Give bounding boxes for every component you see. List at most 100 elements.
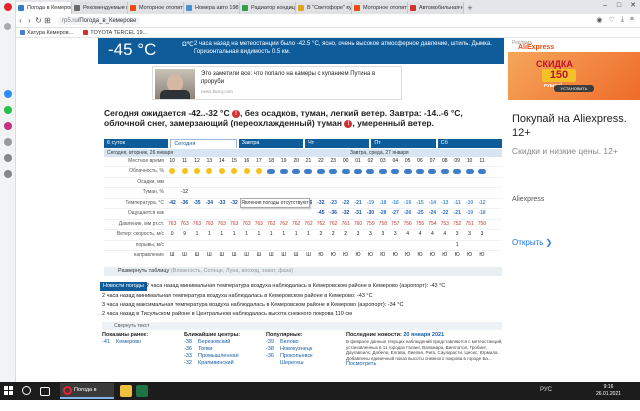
table-cell: 762 [329,220,338,227]
back-icon[interactable]: ‹ [16,16,25,25]
minimize-button[interactable]: – [598,0,612,12]
tab-close-icon[interactable]: × [402,2,405,14]
aliexpress-logo: AliExpress [518,44,555,51]
news-item[interactable]: 2 часа назад минимальная температура воз… [146,282,504,290]
browser-tab[interactable]: Автомобильная неч...× [408,2,464,14]
messenger-icon[interactable] [3,90,12,98]
warning-icon[interactable]: ! [231,109,240,118]
windows-start-icon[interactable] [4,386,14,396]
browser-tab[interactable]: Погода в Кемерове × [16,2,72,14]
close-window-button[interactable]: ✕ [626,0,640,12]
list-city[interactable]: Березовский [198,339,230,345]
list-city[interactable]: Топки [198,346,212,352]
bookmark-item[interactable]: TOYOTA TERCEL 19... [83,28,147,37]
browser-tab[interactable]: Радиатор кондицио...× [240,2,296,14]
cloud-icon [304,169,313,174]
browser-tab[interactable]: Моторное отопител...× [128,2,184,14]
tab-day-4[interactable]: Пт [371,139,436,148]
list-item[interactable]: -36 Прокопьевск [266,353,313,360]
reload-icon[interactable]: ↻ [34,16,43,25]
ad-open-button[interactable]: Открыть ❯ [512,238,552,247]
tab-close-icon[interactable]: × [290,2,293,14]
opera-logo-icon[interactable] [3,3,12,11]
list-title: Популярные: [266,332,303,338]
list-city[interactable]: Шерегеш [280,360,304,366]
browser-tab[interactable]: Моторное отопител...× [352,2,408,14]
table-cell [439,241,451,250]
table-cell: Ш [207,252,212,258]
heart-icon[interactable] [3,154,12,162]
browser-tab[interactable]: Номера авто 1987-...× [184,2,240,14]
list-item[interactable]: -38 Новокузнецк [266,346,313,353]
ad-banner[interactable]: СКИДКА 150 РУБЛЕЙ УСТАНОВИТЬ [508,52,640,100]
table-row: Осадки, мм [104,176,502,186]
ad-brand: Aliexpress [512,196,545,203]
list-item[interactable]: -39 Белово [266,339,313,346]
tab-close-icon[interactable]: × [178,2,181,14]
list-city[interactable]: Кемерово [116,339,141,345]
right-ad[interactable]: Реклама AliExpress СКИДКА 150 РУБЛЕЙ УСТ… [508,38,640,382]
tab-close-icon[interactable]: × [66,2,69,14]
cloud-icon [329,169,338,174]
system-tray[interactable]: РУС [540,387,552,393]
whatsapp-icon[interactable] [3,106,12,114]
camera-icon[interactable]: ◉ [596,16,602,24]
tab-close-icon[interactable]: × [122,2,125,14]
tab-close-icon[interactable]: × [346,2,349,14]
tab-close-icon[interactable]: × [458,2,461,14]
instagram-icon[interactable] [3,122,12,130]
home-icon[interactable] [4,23,11,30]
news-item[interactable]: 2 часа назад в Тисульском районе в Центр… [102,310,502,318]
tab-day-2[interactable]: Завтра [238,139,303,148]
cloud-icon [292,169,301,174]
menu-icon[interactable]: ≡ [630,16,634,24]
search-icon[interactable] [22,386,31,395]
list-city[interactable]: Белово [280,339,299,345]
excel-icon[interactable] [136,385,148,397]
list-city[interactable]: Новокузнецк [280,346,312,352]
tab-favicon-icon [130,5,136,11]
list-item[interactable]: Шерегеш [266,360,313,367]
tab-close-icon[interactable]: × [234,2,237,14]
browser-tab[interactable]: В "Светофоре" купи...× [296,2,352,14]
list-item[interactable]: -33 Промышленная [184,353,240,360]
table-cell: 763 [229,220,239,227]
table-row: порывы, м/с 1 [104,239,502,250]
forward-icon[interactable]: › [25,16,34,25]
list-city[interactable]: Крапивинский [198,360,234,366]
list-item[interactable]: -41 Кемерово [102,339,148,346]
install-button[interactable]: УСТАНОВИТЬ [554,85,594,92]
speed-dial-icon[interactable]: ⊞ [43,16,52,25]
list-item[interactable]: -36 Топки [184,346,240,353]
task-view-icon[interactable] [40,387,50,396]
history-icon[interactable] [3,138,12,146]
clock[interactable]: 9:16 26.01.2021 [596,384,621,398]
file-explorer-icon[interactable] [120,385,132,397]
browser-tab[interactable]: Рекомендуемые к...× [72,2,128,14]
list-city[interactable]: Промышленная [198,353,239,359]
collapse-text-link[interactable]: Свернуть текст [102,322,502,330]
news-ad[interactable]: Это заметили все: что попало на камеры с… [152,66,402,100]
list-item[interactable]: -38 Березовский [184,339,240,346]
url-field[interactable]: rp5.ru/Погода_в_Кемерове [58,16,141,25]
maximize-button[interactable]: □ [612,0,626,12]
new-tab-button[interactable]: + [464,2,476,14]
news-item[interactable]: 3 часа назад максимальная температура во… [102,301,502,309]
list-title: Показаны ранее: [102,332,149,338]
bookmark-item[interactable]: Хатура Кемеров... [20,28,73,37]
heart-icon[interactable]: ♡ [609,16,615,24]
cloud-icon [403,169,412,174]
list-city[interactable]: Прокопьевск [280,353,313,359]
news-more-link[interactable]: Посмотреть [346,361,504,368]
news-item[interactable]: 2 часа назад минимальная температура воз… [102,292,502,300]
tab-day-0[interactable]: 6 суток [104,139,169,148]
tab-day-5[interactable]: Сб [437,139,502,148]
unit-switch[interactable]: Ω℃ [182,41,194,48]
taskbar-opera-button[interactable]: Погода в Кемеров... [60,383,114,407]
expand-table-link[interactable]: Развернуть таблицу (Влажность, Солнце, Л… [104,267,502,276]
settings-icon[interactable] [3,170,12,178]
tab-day-1[interactable]: Сегодня [170,139,237,148]
tab-day-3[interactable]: Чт [304,139,370,148]
list-item[interactable]: -32 Крапивинский [184,360,240,367]
download-icon[interactable]: ⤓ [621,16,624,24]
